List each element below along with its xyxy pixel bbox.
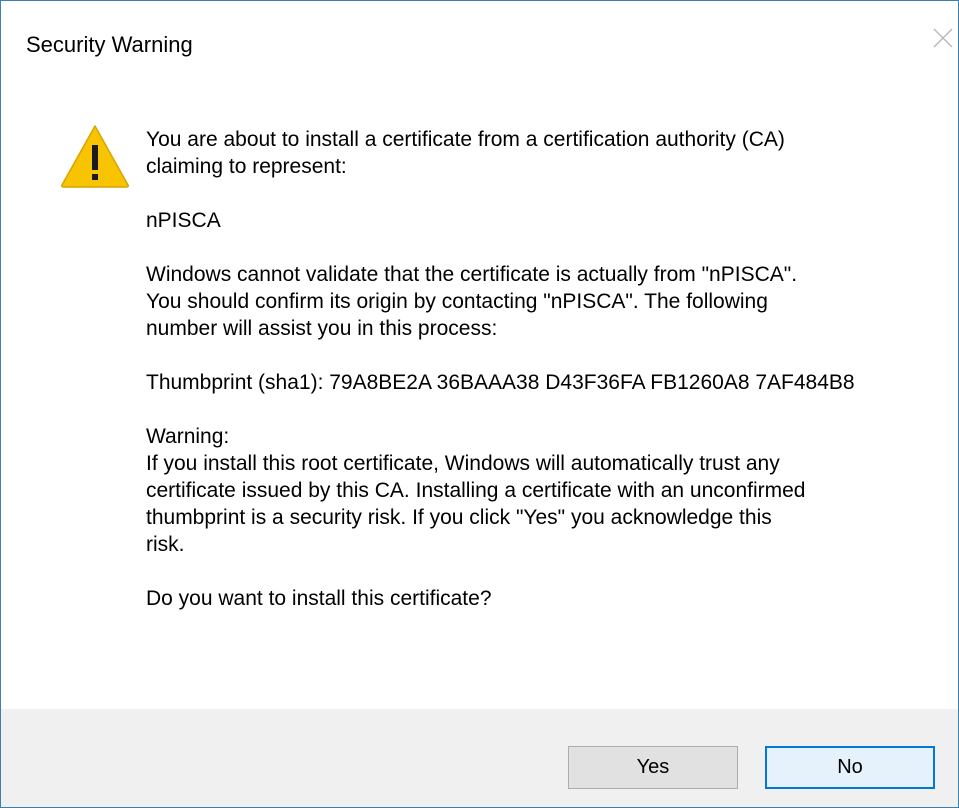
button-bar: Yes No xyxy=(1,709,958,807)
intro-text: You are about to install a certificate f… xyxy=(146,128,785,178)
warning-icon xyxy=(59,123,131,189)
no-button[interactable]: No xyxy=(765,746,935,789)
warning-text: Warning: If you install this root certif… xyxy=(146,425,806,556)
security-warning-dialog: Security Warning You are about to instal… xyxy=(0,0,959,808)
message-body: You are about to install a certificate f… xyxy=(146,126,936,639)
close-icon xyxy=(928,23,958,53)
ca-name: nPISCA xyxy=(146,209,221,232)
question-text: Do you want to install this certificate? xyxy=(146,587,492,610)
validation-text: Windows cannot validate that the certifi… xyxy=(146,263,798,340)
close-button[interactable] xyxy=(928,23,958,53)
title-bar[interactable]: Security Warning xyxy=(1,1,958,89)
yes-button[interactable]: Yes xyxy=(568,746,738,789)
thumbprint-text: Thumbprint (sha1): 79A8BE2A 36BAAA38 D43… xyxy=(146,371,855,394)
dialog-title: Security Warning xyxy=(26,32,193,57)
